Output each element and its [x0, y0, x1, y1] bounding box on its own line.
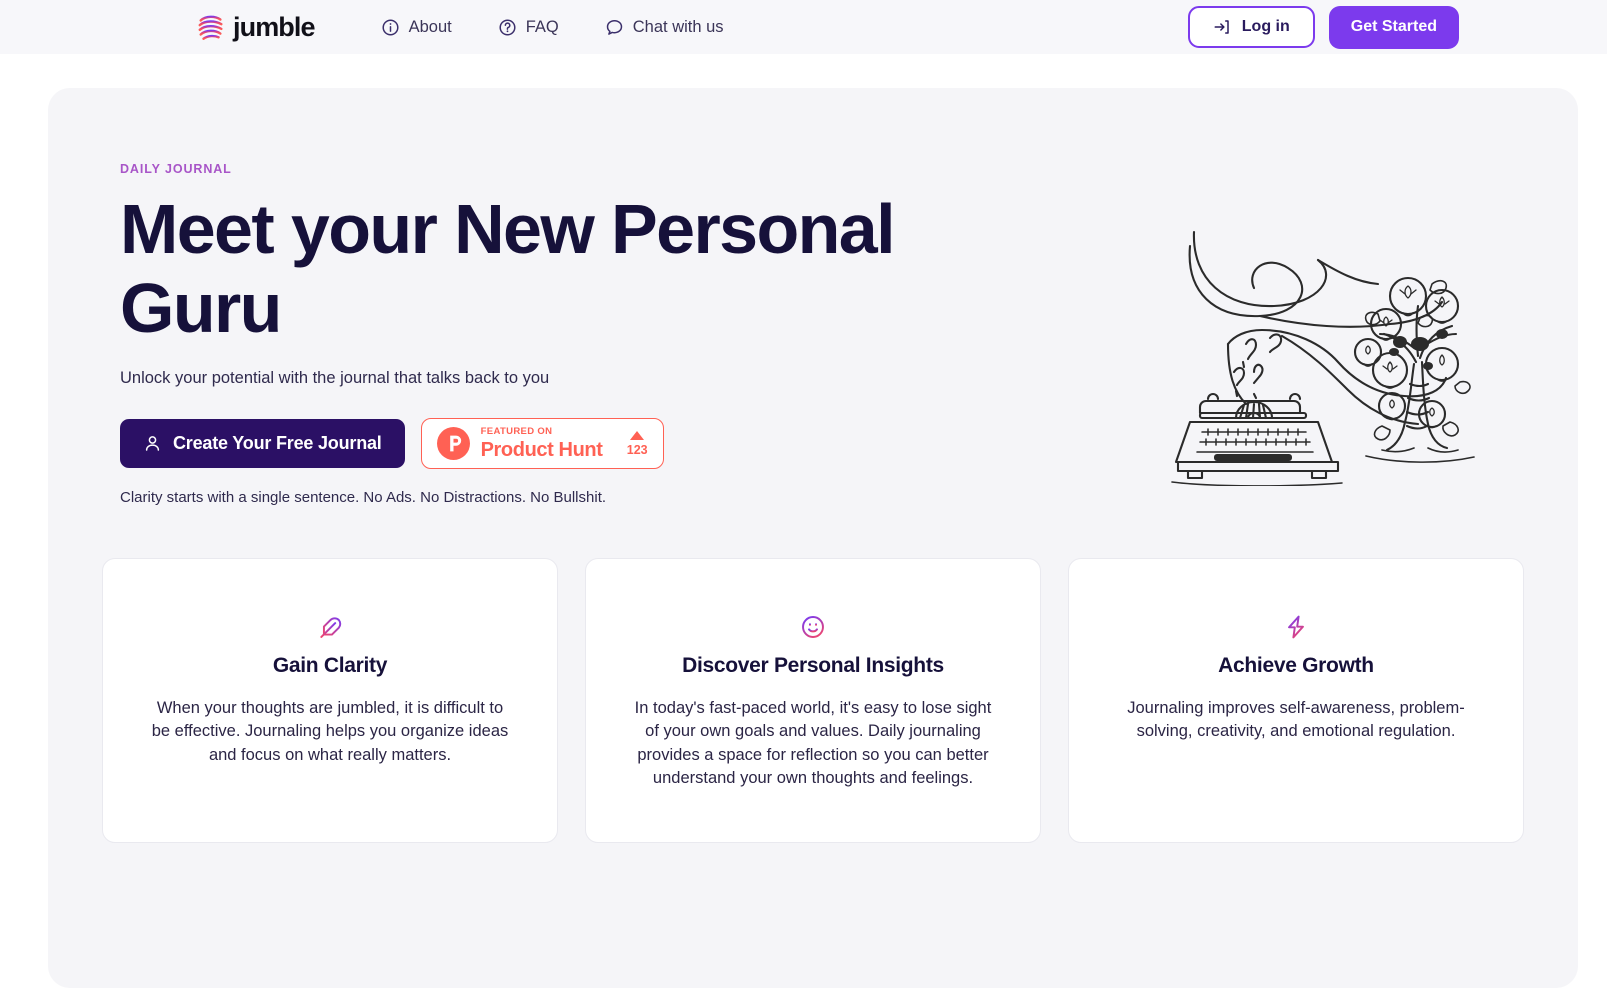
- hero-title: Meet your New Personal Guru: [120, 190, 896, 348]
- product-hunt-votes[interactable]: 123: [626, 430, 648, 457]
- hero-inner: DAILY JOURNAL Meet your New Personal Gur…: [48, 88, 1578, 843]
- feature-icon-wrap: [614, 614, 1012, 640]
- smiley-face-icon: [802, 616, 824, 638]
- hero-note: Clarity starts with a single sentence. N…: [120, 489, 607, 507]
- hero-panel: DAILY JOURNAL Meet your New Personal Gur…: [48, 88, 1578, 988]
- nav-label: About: [408, 17, 452, 36]
- user-icon: [145, 436, 160, 451]
- nav-item-faq[interactable]: FAQ: [498, 18, 559, 37]
- feature-card-gain-clarity: Gain Clarity When your thoughts are jumb…: [102, 558, 558, 843]
- hero-eyebrow: DAILY JOURNAL: [120, 162, 232, 176]
- product-hunt-name: Product Hunt: [480, 438, 603, 461]
- feather-icon: [320, 617, 342, 638]
- site-header: jumble About FAQ Chat with us Log in Get…: [0, 0, 1607, 54]
- main-navigation: About FAQ Chat with us: [381, 18, 724, 37]
- nav-item-about[interactable]: About: [381, 18, 452, 37]
- brand-name: jumble: [233, 11, 316, 42]
- product-hunt-badge[interactable]: FEATURED ON Product Hunt 123: [420, 418, 664, 470]
- typewriter-idea-tree-illustration-icon: [1142, 166, 1482, 486]
- nav-label: FAQ: [525, 17, 559, 36]
- chat-bubble-icon: [606, 19, 622, 35]
- question-circle-icon: [499, 18, 516, 36]
- feature-card-achieve-growth: Achieve Growth Journaling improves self-…: [1068, 558, 1524, 843]
- brand-logo[interactable]: jumble: [196, 11, 316, 42]
- feature-body: In today's fast-paced world, it's easy t…: [634, 699, 992, 788]
- feature-body: Journaling improves self-awareness, prob…: [1127, 699, 1465, 741]
- hero-copy: DAILY JOURNAL Meet your New Personal Gur…: [120, 162, 1020, 506]
- feature-card-grid: Gain Clarity When your thoughts are jumb…: [102, 558, 1524, 843]
- feature-icon-wrap: [1097, 614, 1495, 640]
- feature-body: When your thoughts are jumbled, it is di…: [151, 699, 509, 764]
- login-arrow-icon: [1214, 20, 1229, 34]
- feature-title: Discover Personal Insights: [682, 654, 944, 677]
- jumble-wave-logo-icon: [198, 15, 223, 40]
- product-hunt-featured-label: FEATURED ON: [480, 426, 553, 438]
- header-actions: Log in Get Started: [1187, 5, 1459, 49]
- nav-item-chat-with-us[interactable]: Chat with us: [605, 18, 724, 37]
- hero-subtitle: Unlock your potential with the journal t…: [120, 369, 550, 388]
- feature-title: Achieve Growth: [1218, 654, 1374, 677]
- login-button[interactable]: Log in: [1187, 6, 1315, 48]
- get-started-button[interactable]: Get Started: [1328, 5, 1459, 49]
- product-hunt-text: FEATURED ON Product Hunt: [481, 427, 603, 460]
- nav-label: Chat with us: [632, 17, 724, 36]
- hero-cta-row: Create Your Free Journal FEATURED ON Pro…: [120, 418, 1020, 470]
- product-hunt-logo-icon: [436, 427, 470, 461]
- feature-card-discover-personal-insights: Discover Personal Insights In today's fa…: [585, 558, 1041, 843]
- create-free-journal-label: Create Your Free Journal: [173, 433, 382, 454]
- feature-icon-wrap: [131, 614, 529, 640]
- upvote-triangle-icon: [630, 430, 645, 440]
- product-hunt-vote-count: 123: [626, 442, 648, 457]
- create-free-journal-button[interactable]: Create Your Free Journal: [120, 419, 405, 469]
- lightning-bolt-icon: [1288, 615, 1304, 639]
- info-circle-icon: [382, 18, 399, 36]
- feature-title: Gain Clarity: [272, 654, 388, 677]
- login-button-label: Log in: [1241, 18, 1290, 35]
